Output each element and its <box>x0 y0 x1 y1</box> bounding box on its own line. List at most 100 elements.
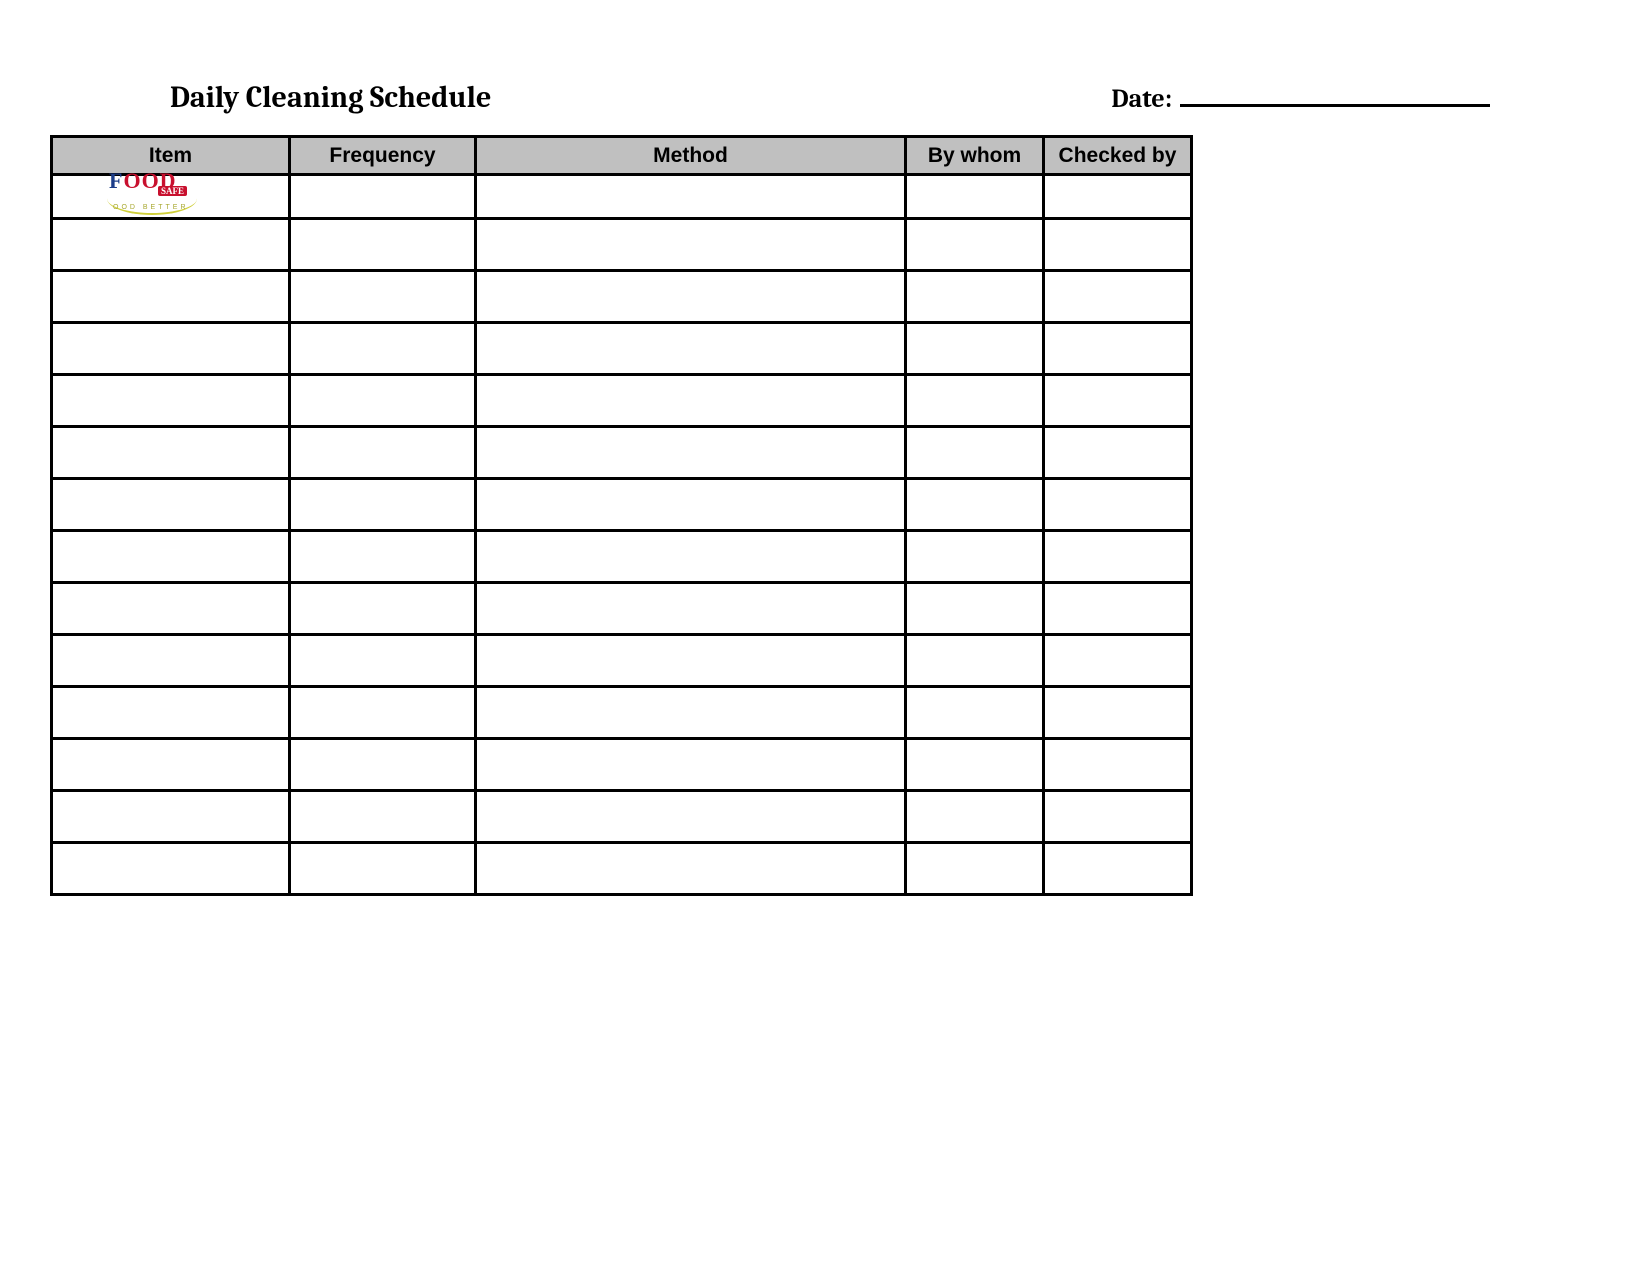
cell-checked_by[interactable] <box>1044 271 1192 323</box>
food-safe-logo: FOODSAFEOOD BETTER <box>53 176 288 217</box>
cell-checked_by[interactable] <box>1044 791 1192 843</box>
cell-method[interactable] <box>476 175 906 219</box>
table-row <box>52 739 1192 791</box>
table-row <box>52 219 1192 271</box>
cell-item[interactable] <box>52 479 290 531</box>
table-row <box>52 687 1192 739</box>
cell-method[interactable] <box>476 583 906 635</box>
cell-method[interactable] <box>476 271 906 323</box>
cell-method[interactable] <box>476 791 906 843</box>
logo-subtext: OOD BETTER <box>113 204 189 211</box>
cell-by_whom[interactable] <box>906 739 1044 791</box>
cell-frequency[interactable] <box>290 427 476 479</box>
cell-method[interactable] <box>476 375 906 427</box>
col-header-method: Method <box>476 137 906 175</box>
cell-frequency[interactable] <box>290 583 476 635</box>
cell-by_whom[interactable] <box>906 531 1044 583</box>
table-row <box>52 323 1192 375</box>
cell-method[interactable] <box>476 635 906 687</box>
cell-item[interactable] <box>52 843 290 895</box>
cell-by_whom[interactable] <box>906 843 1044 895</box>
cell-checked_by[interactable] <box>1044 843 1192 895</box>
cell-by_whom[interactable] <box>906 479 1044 531</box>
cell-method[interactable] <box>476 323 906 375</box>
cell-item[interactable] <box>52 219 290 271</box>
page-title: Daily Cleaning Schedule <box>170 80 491 115</box>
cell-by_whom[interactable] <box>906 375 1044 427</box>
table-header-row: Item Frequency Method By whom Checked by <box>52 137 1192 175</box>
cell-method[interactable] <box>476 219 906 271</box>
cell-method[interactable] <box>476 479 906 531</box>
cell-method[interactable] <box>476 531 906 583</box>
cell-method[interactable] <box>476 739 906 791</box>
cell-checked_by[interactable] <box>1044 175 1192 219</box>
date-value-line[interactable] <box>1180 85 1490 107</box>
cell-frequency[interactable] <box>290 531 476 583</box>
cell-by_whom[interactable] <box>906 323 1044 375</box>
table-row <box>52 583 1192 635</box>
cell-item[interactable] <box>52 531 290 583</box>
cell-by_whom[interactable] <box>906 175 1044 219</box>
cell-checked_by[interactable] <box>1044 739 1192 791</box>
cell-item[interactable] <box>52 323 290 375</box>
cell-by_whom[interactable] <box>906 583 1044 635</box>
logo-safe-badge: SAFE <box>158 186 187 196</box>
date-label: Date: <box>1111 84 1172 114</box>
table-row <box>52 635 1192 687</box>
cell-frequency[interactable] <box>290 175 476 219</box>
cell-frequency[interactable] <box>290 635 476 687</box>
cell-item[interactable]: FOODSAFEOOD BETTER <box>52 175 290 219</box>
cell-frequency[interactable] <box>290 843 476 895</box>
col-header-checked-by: Checked by <box>1044 137 1192 175</box>
cell-checked_by[interactable] <box>1044 427 1192 479</box>
cell-frequency[interactable] <box>290 323 476 375</box>
date-field: Date: <box>1111 84 1490 114</box>
cell-frequency[interactable] <box>290 271 476 323</box>
cell-checked_by[interactable] <box>1044 583 1192 635</box>
cell-checked_by[interactable] <box>1044 375 1192 427</box>
cell-item[interactable] <box>52 739 290 791</box>
cell-item[interactable] <box>52 583 290 635</box>
cell-method[interactable] <box>476 843 906 895</box>
table-row <box>52 479 1192 531</box>
cell-frequency[interactable] <box>290 375 476 427</box>
cell-frequency[interactable] <box>290 791 476 843</box>
cell-by_whom[interactable] <box>906 635 1044 687</box>
table-body: FOODSAFEOOD BETTER <box>52 175 1192 895</box>
cell-by_whom[interactable] <box>906 791 1044 843</box>
cell-checked_by[interactable] <box>1044 687 1192 739</box>
table-row <box>52 531 1192 583</box>
table-row <box>52 271 1192 323</box>
cell-checked_by[interactable] <box>1044 635 1192 687</box>
cell-by_whom[interactable] <box>906 427 1044 479</box>
cell-frequency[interactable] <box>290 219 476 271</box>
cell-item[interactable] <box>52 635 290 687</box>
cell-item[interactable] <box>52 271 290 323</box>
page: Daily Cleaning Schedule Date: Item Frequ… <box>0 0 1650 946</box>
cell-by_whom[interactable] <box>906 271 1044 323</box>
table-row <box>52 791 1192 843</box>
cell-method[interactable] <box>476 427 906 479</box>
cell-frequency[interactable] <box>290 739 476 791</box>
table-row <box>52 843 1192 895</box>
cell-checked_by[interactable] <box>1044 219 1192 271</box>
cell-by_whom[interactable] <box>906 219 1044 271</box>
table-row: FOODSAFEOOD BETTER <box>52 175 1192 219</box>
cell-item[interactable] <box>52 375 290 427</box>
cell-item[interactable] <box>52 791 290 843</box>
cell-item[interactable] <box>52 427 290 479</box>
cell-checked_by[interactable] <box>1044 531 1192 583</box>
cell-frequency[interactable] <box>290 479 476 531</box>
cell-frequency[interactable] <box>290 687 476 739</box>
header-row: Daily Cleaning Schedule Date: <box>50 80 1600 135</box>
cell-checked_by[interactable] <box>1044 323 1192 375</box>
col-header-by-whom: By whom <box>906 137 1044 175</box>
table-row <box>52 375 1192 427</box>
cell-method[interactable] <box>476 687 906 739</box>
table-row <box>52 427 1192 479</box>
cell-by_whom[interactable] <box>906 687 1044 739</box>
schedule-table: Item Frequency Method By whom Checked by… <box>50 135 1193 896</box>
cell-checked_by[interactable] <box>1044 479 1192 531</box>
col-header-frequency: Frequency <box>290 137 476 175</box>
cell-item[interactable] <box>52 687 290 739</box>
